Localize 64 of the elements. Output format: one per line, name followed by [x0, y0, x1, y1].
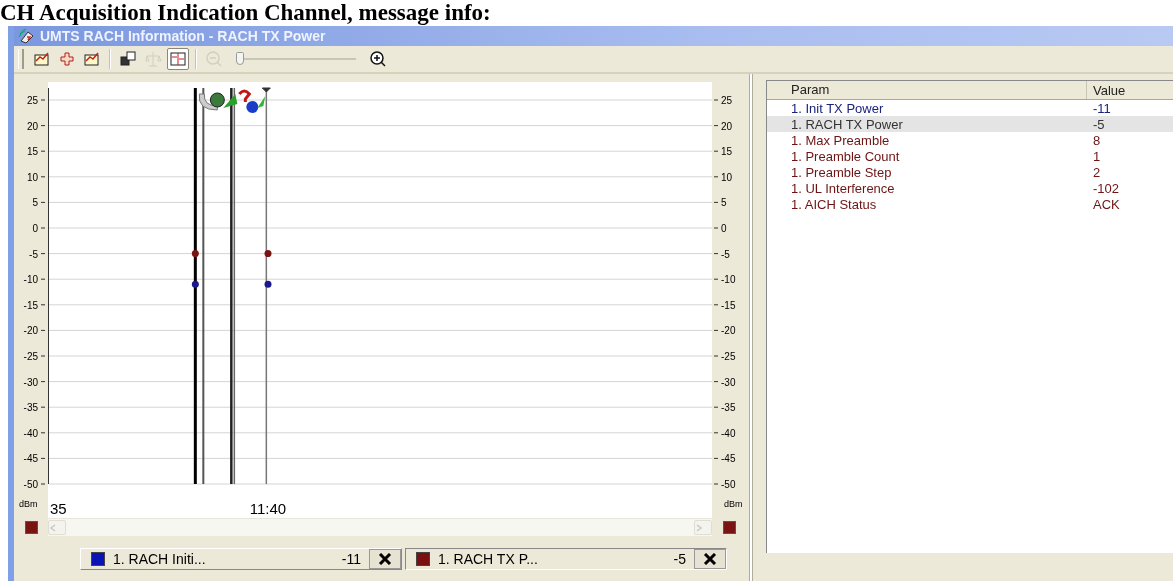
close-button[interactable] [369, 549, 401, 569]
axis-label: -45 [721, 453, 736, 465]
series-swatch [24, 520, 38, 534]
legend-value: -11 [341, 551, 361, 567]
legend-label: 1. RACH Initi... [113, 551, 207, 567]
axis-label: 25 [26, 95, 38, 106]
table-row[interactable]: 1. Preamble Step 2 [767, 164, 1173, 180]
table-row[interactable]: 1. Init TX Power -11 [767, 100, 1173, 116]
unit-label: dBm [19, 499, 38, 509]
selected-row[interactable]: 1. RACH TX Power -5 [767, 116, 1173, 132]
antenna-icon [18, 28, 36, 44]
axis-label: -35 [23, 402, 38, 414]
axis-label: -40 [721, 427, 736, 439]
slider-thumb[interactable] [236, 52, 244, 65]
legend-tab[interactable]: 1. RACH Initi... -11 [80, 548, 402, 570]
axis-label: 0 [721, 223, 727, 234]
table-row[interactable]: 1. Max Preamble 8 [767, 132, 1173, 148]
axis-label: -10 [23, 274, 38, 286]
axis-label: -15 [721, 299, 736, 311]
axis-label: 25 [721, 95, 733, 106]
axis-label: 11:40 [249, 500, 287, 517]
legend-label: 1. RACH TX P... [438, 551, 539, 567]
axis-label: -5 [29, 248, 38, 260]
close-button[interactable] [694, 549, 726, 569]
axis-label: -30 [721, 376, 736, 388]
axis-label: -40 [23, 427, 38, 439]
toolbar-grip[interactable] [18, 49, 24, 69]
legend-value: -5 [673, 551, 686, 567]
axis-label: -5 [721, 248, 730, 260]
table-row[interactable]: 1. UL Interference -102 [767, 180, 1173, 196]
axis-label: -20 [23, 325, 38, 337]
layout-button[interactable] [167, 48, 189, 70]
axis-label: -30 [23, 376, 38, 388]
axis-label: 15 [721, 146, 733, 158]
axis-label: 10 [721, 171, 733, 183]
axis-label: 0 [32, 223, 38, 234]
axis-label: -45 [23, 453, 38, 465]
axis-label: -15 [23, 299, 38, 311]
close-icon [703, 553, 717, 565]
legend-tab[interactable]: 1. RACH TX P... -5 [405, 548, 727, 570]
zoom-slider[interactable] [236, 51, 356, 67]
column-header[interactable]: Value [1087, 82, 1173, 98]
unit-label: dBm [724, 499, 743, 509]
axis-label: 35 [50, 500, 67, 517]
table-row[interactable]: 1. AICH Status ACK [767, 196, 1173, 212]
window-title: UMTS RACH Information - RACH TX Power [40, 28, 326, 44]
axis-label: 15 [26, 146, 38, 158]
axis-label: 5 [721, 197, 727, 209]
axis-label: -10 [721, 274, 736, 286]
axis-label: -50 [23, 479, 38, 490]
series-swatch [722, 520, 736, 534]
axis-label: 20 [26, 120, 38, 132]
axis-label: -35 [721, 402, 736, 414]
table-row[interactable]: 1. Preamble Count 1 [767, 148, 1173, 164]
axis-label: -25 [721, 351, 736, 362]
axis-label: -20 [721, 325, 736, 337]
axis-label: -50 [721, 479, 736, 490]
page-heading: CH Acquisition Indication Channel, message info: [0, 0, 491, 26]
column-header[interactable]: Param [767, 81, 1087, 99]
axis-label: -25 [23, 351, 38, 362]
close-icon [378, 553, 392, 565]
axis-label: 20 [721, 120, 733, 132]
axis-label: 5 [32, 197, 38, 209]
axis-label: 10 [26, 171, 38, 183]
